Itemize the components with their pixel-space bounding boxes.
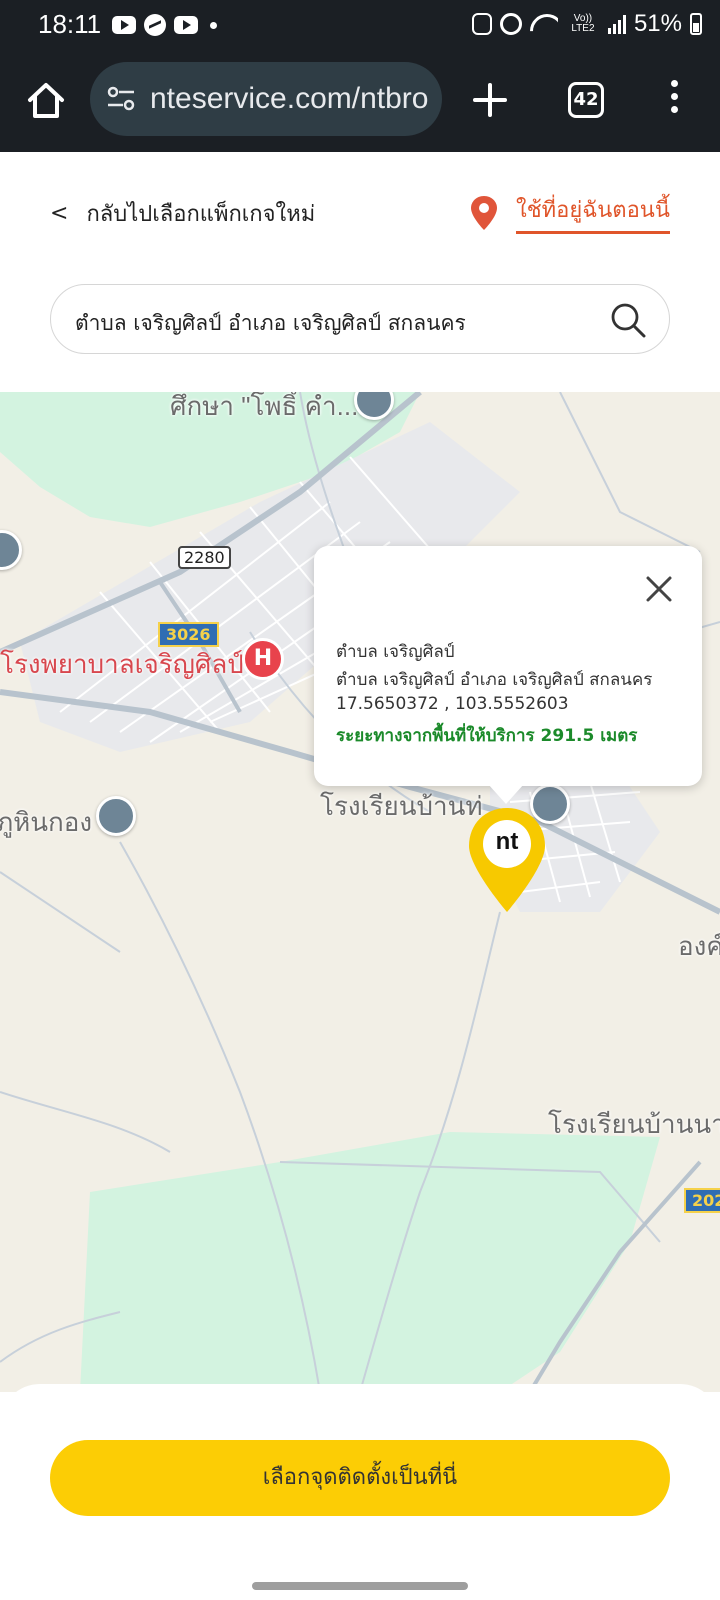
confirm-install-location-button[interactable]: เลือกจุดติดตั้งเป็นที่นี่ — [50, 1440, 670, 1516]
more-notifications-icon — [210, 21, 217, 29]
youtube-icon — [174, 16, 198, 34]
location-pin-icon — [471, 196, 497, 230]
url-text[interactable]: nteservice.com/ntbro — [150, 82, 428, 116]
signal-icon — [607, 14, 626, 34]
map-label-school-bottom: โรงเรียนบ้านนาเ — [548, 1109, 720, 1139]
system-icons: Vo)) LTE2 51% — [471, 10, 702, 38]
location-info-popup: ตำบล เจริญศิลป์ ตำบล เจริญศิลป์ อำเภอ เจ… — [314, 546, 702, 804]
chevron-left-icon: < — [50, 201, 69, 226]
clock: 18:11 — [38, 9, 102, 39]
road-202-label: 202 — [684, 1188, 720, 1213]
search-input[interactable]: ตำบล เจริญศิลป์ อำเภอ เจริญศิลป์ สกลนคร — [50, 284, 670, 354]
home-icon[interactable] — [24, 78, 68, 122]
nt-pin-label: nt — [495, 828, 519, 855]
battery-icon — [690, 13, 702, 35]
data-saver-icon — [471, 13, 492, 35]
browser-toolbar: nteservice.com/ntbro 42 — [0, 52, 720, 152]
lte-label: Vo)) LTE2 — [571, 13, 595, 34]
use-current-location-link[interactable]: ใช้ที่อยู่ฉันตอนนี้ — [470, 192, 670, 234]
map-label-school-center: โรงเรียนบ้านท่ — [320, 791, 483, 821]
close-icon[interactable] — [644, 574, 674, 604]
back-to-packages-link[interactable]: < กลับไปเลือกแพ็กเกจใหม่ — [50, 196, 315, 231]
map-label-temple: ภูหินกอง — [0, 807, 93, 837]
status-bar: 18:11 Vo)) LTE2 51% — [0, 0, 720, 52]
wifi-icon — [530, 14, 558, 34]
popup-coordinates: 17.5650372 , 103.5552603 — [336, 694, 569, 714]
popup-address: ตำบล เจริญศิลป์ อำเภอ เจริญศิลป์ สกลนคร — [336, 670, 653, 690]
site-settings-icon[interactable] — [106, 86, 136, 112]
map[interactable]: ศึกษา "โพธิ์ คำ... 2280 3026 โรงพยาบาลเจ… — [0, 392, 720, 1392]
new-tab-icon[interactable] — [470, 80, 510, 120]
bottom-sheet: เลือกจุดติดตั้งเป็นที่นี่ — [0, 1384, 720, 1600]
search-value[interactable]: ตำบล เจริญศิลป์ อำเภอ เจริญศิลป์ สกลนคร — [75, 307, 466, 340]
popup-title: ตำบล เจริญศิลป์ — [336, 642, 455, 662]
youtube-icon — [112, 16, 136, 34]
nt-pin-icon — [469, 808, 545, 912]
alarm-icon — [499, 13, 522, 35]
overflow-menu-icon[interactable] — [664, 80, 684, 120]
back-label: กลับไปเลือกแพ็กเกจใหม่ — [86, 202, 316, 227]
temple-poi-icon[interactable] — [96, 796, 136, 836]
hospital-poi-icon[interactable]: H — [242, 638, 284, 680]
notification-icons — [112, 14, 217, 36]
map-label-hospital: โรงพยาบาลเจริญศิลป์ — [0, 649, 244, 679]
locate-label: ใช้ที่อยู่ฉันตอนนี้ — [516, 192, 670, 234]
road-2280-label: 2280 — [178, 546, 231, 569]
tab-switcher-button[interactable]: 42 — [568, 82, 604, 118]
address-bar[interactable]: nteservice.com/ntbro — [90, 62, 442, 136]
home-indicator[interactable] — [252, 1582, 468, 1590]
map-label-right-edge: องค์ — [678, 931, 720, 961]
selected-location-pin[interactable]: nt — [467, 806, 547, 916]
search-icon[interactable] — [609, 301, 647, 339]
battery-percent: 51% — [633, 10, 682, 37]
popup-distance: ระยะทางจากพื้นที่ให้บริการ 291.5 เมตร — [336, 726, 638, 746]
map-background — [0, 392, 720, 1392]
messenger-icon — [144, 14, 166, 36]
map-label-school-top: ศึกษา "โพธิ์ คำ... — [170, 392, 359, 421]
